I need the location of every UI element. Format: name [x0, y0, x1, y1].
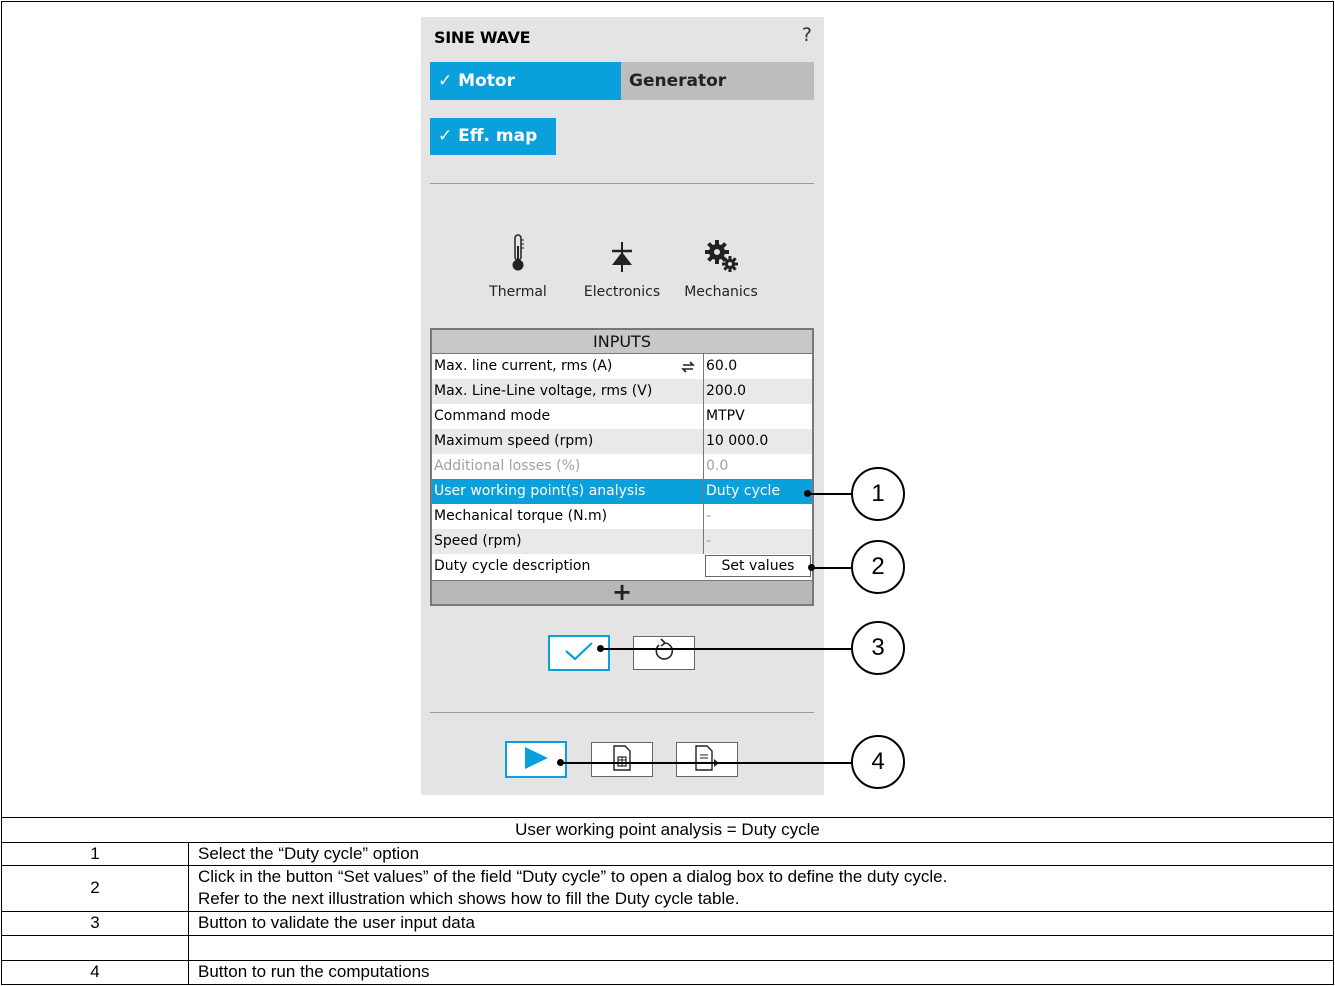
row-label: Maximum speed (rpm)	[434, 433, 594, 449]
tool-label: Electronics	[583, 284, 661, 300]
tab-generator[interactable]: Generator	[621, 62, 814, 100]
gears-icon	[678, 232, 764, 272]
tab-motor[interactable]: ✓ Motor	[430, 62, 621, 100]
eff-map-button[interactable]: ✓ Eff. map	[430, 118, 556, 155]
command-mode-field[interactable]: MTPV	[703, 404, 812, 429]
set-values-button[interactable]: Set values	[705, 555, 811, 577]
row-label: Speed (rpm)	[434, 533, 522, 549]
working-point-analysis-field[interactable]: Duty cycle	[703, 479, 812, 504]
export-document-icon	[694, 744, 720, 775]
inputs-table: INPUTS Max. line current, rms (A) 60.0 M…	[430, 328, 814, 606]
row-number: 3	[90, 913, 100, 932]
help-button[interactable]: ?	[802, 24, 812, 46]
callout-1: 1	[851, 467, 905, 521]
table-divider	[1, 865, 1334, 866]
inputs-header: INPUTS	[432, 330, 812, 354]
validate-button[interactable]	[548, 635, 610, 671]
row-description: Button to validate the user input data	[198, 913, 475, 932]
callout-4: 4	[851, 735, 905, 789]
row-number: 4	[90, 962, 100, 981]
callout-dot	[597, 645, 604, 652]
callout-2: 2	[851, 540, 905, 594]
row-label: Max. line current, rms (A)	[434, 358, 613, 374]
table-row[interactable]: Command mode MTPV	[432, 404, 812, 429]
table-row[interactable]: Speed (rpm) -	[432, 529, 812, 554]
callout-leader	[601, 648, 851, 650]
table-row: Additional losses (%) 0.0	[432, 454, 812, 479]
table-row[interactable]: Max. Line-Line voltage, rms (V) 200.0	[432, 379, 812, 404]
table-column-divider	[188, 842, 189, 985]
table-row[interactable]: Mechanical torque (N.m) -	[432, 504, 812, 529]
row-label: User working point(s) analysis	[434, 483, 646, 499]
callout-3: 3	[851, 621, 905, 675]
speed-field[interactable]: -	[703, 529, 812, 554]
mechanical-torque-field[interactable]: -	[703, 504, 812, 529]
row-label: Command mode	[434, 408, 551, 424]
max-speed-field[interactable]: 10 000.0	[703, 429, 812, 454]
separator	[430, 712, 814, 713]
thermal-tool[interactable]: Thermal	[483, 232, 553, 300]
row-label: Mechanical torque (N.m)	[434, 508, 608, 524]
table-row[interactable]: User working point(s) analysis Duty cycl…	[432, 479, 812, 504]
additional-losses-field: 0.0	[703, 454, 812, 479]
row-label: Max. Line-Line voltage, rms (V)	[434, 383, 653, 399]
callout-dot	[557, 759, 564, 766]
thermometer-icon	[483, 232, 553, 272]
reset-button[interactable]	[633, 636, 695, 670]
mechanics-tool[interactable]: Mechanics	[678, 232, 764, 300]
max-line-current-field[interactable]: 60.0	[703, 354, 812, 379]
row-label: Duty cycle description	[434, 558, 591, 574]
table-divider	[1, 817, 1334, 818]
play-icon	[523, 746, 549, 774]
table-row[interactable]: Duty cycle description Set values	[432, 554, 812, 579]
row-label: Additional losses (%)	[434, 458, 581, 474]
add-row-button[interactable]: +	[432, 580, 812, 604]
max-voltage-field[interactable]: 200.0	[703, 379, 812, 404]
row-description: Select the “Duty cycle” option	[198, 844, 420, 863]
electronics-tool[interactable]: Electronics	[577, 232, 667, 300]
reset-icon	[651, 638, 677, 668]
row-description-continued: Refer to the next illustration which sho…	[198, 889, 740, 908]
report-button[interactable]	[591, 742, 653, 777]
callout-leader	[812, 567, 851, 569]
tool-label: Thermal	[489, 284, 547, 300]
row-description: Button to run the computations	[198, 962, 430, 981]
tool-label: Mechanics	[684, 284, 758, 300]
row-number: 2	[90, 878, 100, 897]
check-icon	[564, 641, 594, 665]
figure-caption: User working point analysis = Duty cycle	[515, 820, 820, 839]
table-row[interactable]: Maximum speed (rpm) 10 000.0	[432, 429, 812, 454]
diode-icon	[577, 232, 667, 272]
table-divider	[1, 935, 1334, 936]
table-divider	[1, 911, 1334, 912]
row-number: 1	[90, 844, 100, 863]
sine-wave-panel: SINE WAVE ? ✓ Motor Generator ✓ Eff. map…	[421, 17, 824, 795]
table-divider	[1, 842, 1334, 843]
row-description: Click in the button “Set values” of the …	[198, 867, 948, 886]
callout-leader	[806, 493, 851, 495]
panel-title: SINE WAVE	[434, 28, 531, 47]
export-button[interactable]	[676, 742, 738, 777]
separator	[430, 183, 814, 184]
document-chart-icon	[612, 744, 632, 775]
callout-leader	[561, 762, 851, 764]
callout-dot	[804, 490, 811, 497]
table-divider	[1, 960, 1334, 961]
table-row[interactable]: Max. line current, rms (A) 60.0	[432, 354, 812, 379]
callout-dot	[808, 564, 815, 571]
